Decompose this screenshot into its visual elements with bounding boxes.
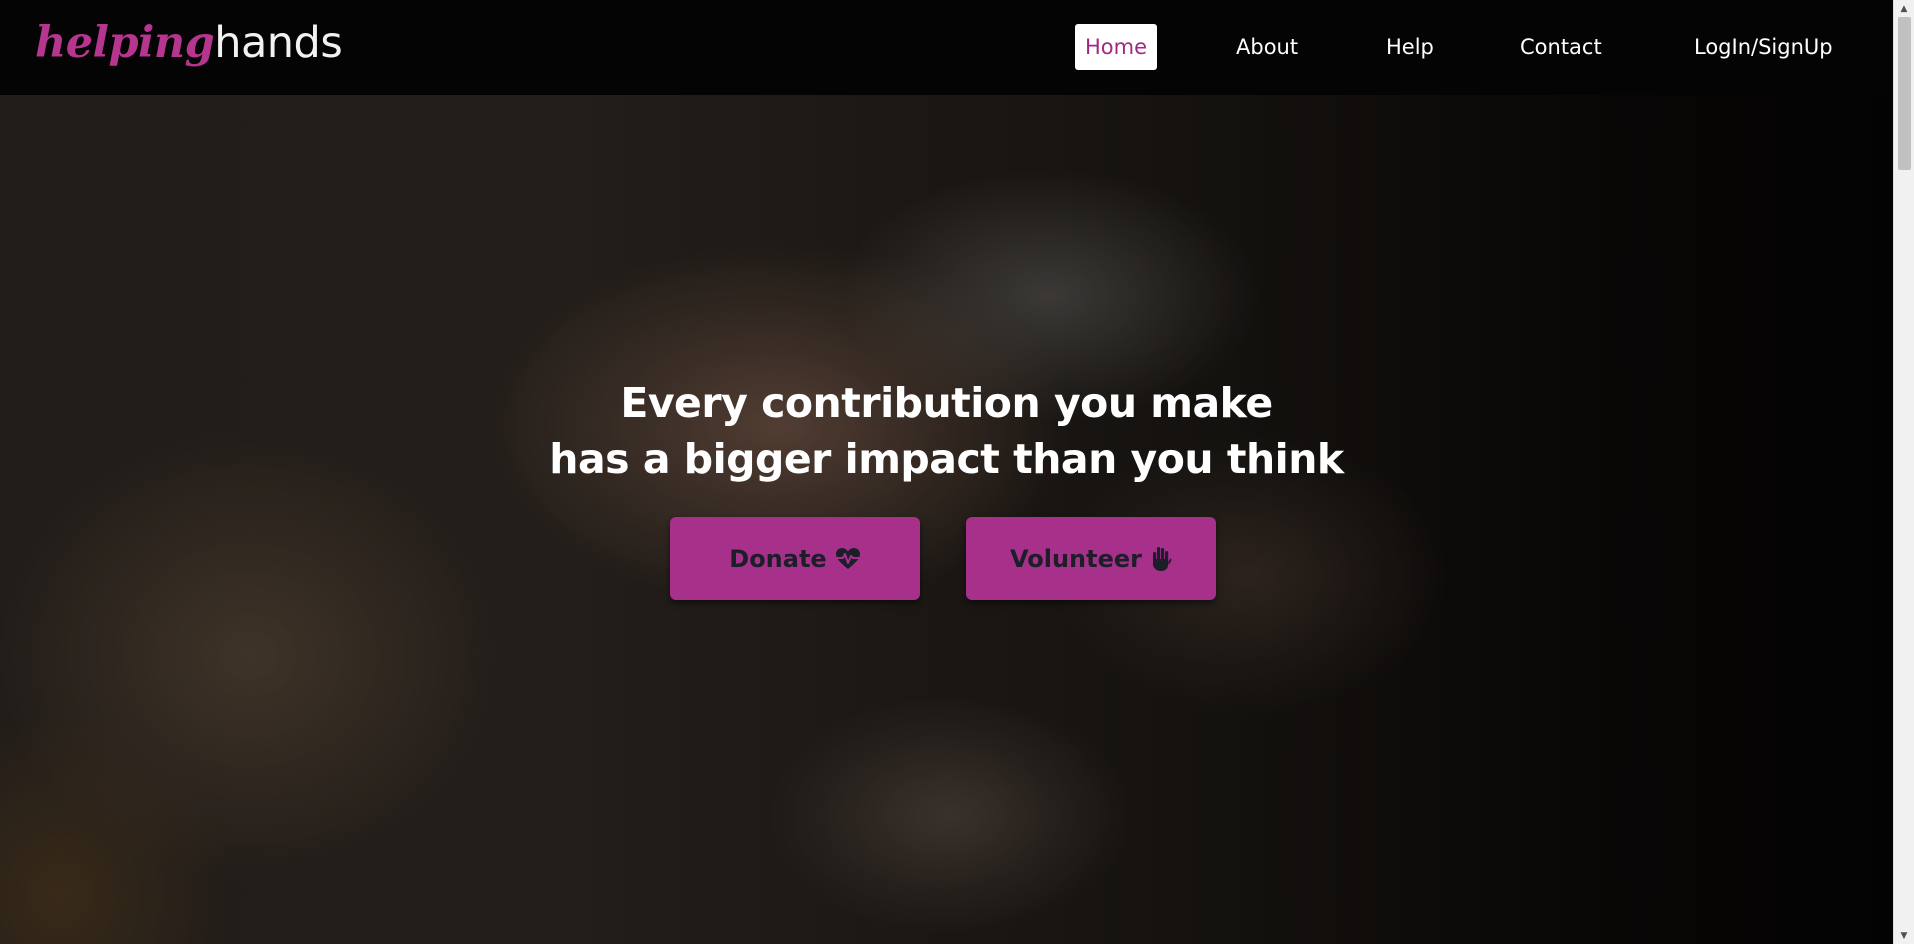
page-scrollbar[interactable]: ▲ ▼ [1893,0,1914,944]
nav-link-home[interactable]: Home [1075,24,1158,70]
hand-icon [1150,546,1172,572]
brand-logo[interactable]: helpinghands [35,18,343,68]
volunteer-button[interactable]: Volunteer [966,517,1216,600]
hero-headline: Every contribution you make has a bigger… [0,375,1893,487]
scroll-thumb[interactable] [1898,17,1911,170]
scroll-down-arrow-icon[interactable]: ▼ [1894,927,1914,944]
scroll-up-arrow-icon[interactable]: ▲ [1894,0,1914,17]
brand-logo-part2: hands [214,18,343,68]
heartbeat-icon [835,547,861,571]
top-navbar: helpinghands Home About Help Contact Log… [0,0,1893,95]
page: helpinghands Home About Help Contact Log… [0,0,1914,944]
hero-headline-line1: Every contribution you make [620,379,1273,427]
nav-link-contact[interactable]: Contact [1520,24,1602,70]
donate-button[interactable]: Donate [670,517,920,600]
donate-button-label: Donate [729,544,827,573]
nav-link-help[interactable]: Help [1386,24,1434,70]
volunteer-button-label: Volunteer [1009,544,1142,573]
hero-background-image [0,95,1893,944]
nav-link-about[interactable]: About [1236,24,1298,70]
hero-section: Every contribution you make has a bigger… [0,95,1893,944]
brand-logo-part1: helping [35,18,215,68]
nav-link-login-signup[interactable]: LogIn/SignUp [1694,24,1833,70]
hero-headline-line2: has a bigger impact than you think [549,435,1344,483]
